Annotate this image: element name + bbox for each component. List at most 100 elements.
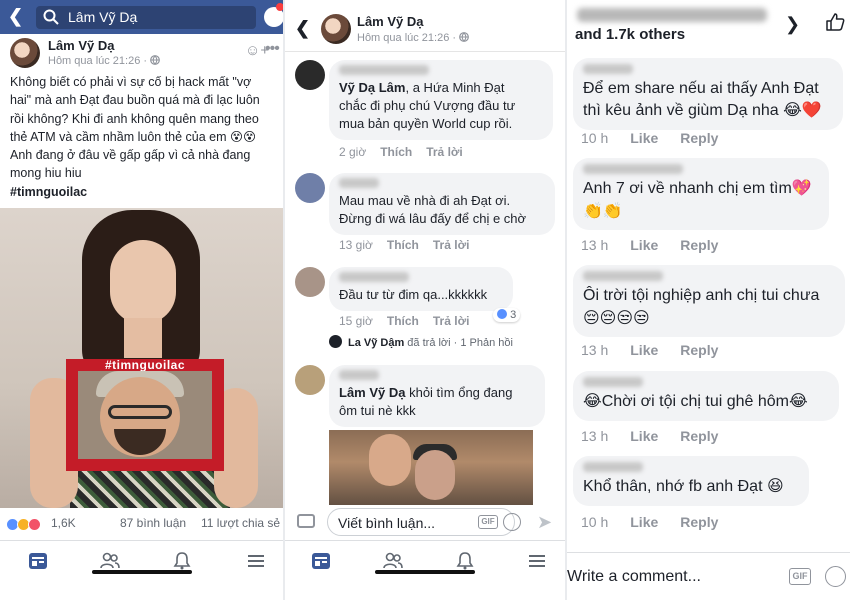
like-button[interactable]: Thích xyxy=(380,145,412,159)
comment-meta: 2 giờ Thích Trả lời xyxy=(339,145,477,159)
comment-time: 13 giờ xyxy=(339,238,373,252)
avatar[interactable] xyxy=(295,267,325,297)
comment-composer: Write a comment... GIF xyxy=(567,552,850,600)
blurred-commenter-name xyxy=(583,462,643,472)
comments-header: ❮ Lâm Vỹ Dạ Hôm qua lúc 21:26 · xyxy=(285,0,565,52)
comment-text: Đầu tư từ đim qa...kkkkkk xyxy=(339,287,488,302)
blurred-commenter-name xyxy=(339,370,379,380)
friends-icon[interactable] xyxy=(100,551,120,571)
like-thumb-icon[interactable] xyxy=(825,12,845,32)
comment-bubble: Đầu tư từ đim qa...kkkkkk xyxy=(329,267,513,311)
comment-time: 13 h xyxy=(581,237,609,253)
comment-text-part: khỏi tìm ổng đang xyxy=(405,385,513,400)
comment-bubble: Anh 7 ơi về nhanh chị em tìm💖 👏👏 xyxy=(573,158,829,230)
avatar[interactable] xyxy=(10,38,40,68)
share-count[interactable]: 11 lượt chia sẻ xyxy=(201,516,280,530)
hashtag-link[interactable]: #timnguoilac xyxy=(10,183,280,201)
like-button[interactable]: Like xyxy=(630,342,658,358)
friends-icon[interactable] xyxy=(383,551,403,571)
like-button[interactable]: Like xyxy=(630,130,658,146)
reply-button[interactable]: Reply xyxy=(680,342,718,358)
search-input[interactable]: Lâm Vỹ Dạ xyxy=(36,6,256,29)
notifications-icon[interactable] xyxy=(172,551,192,571)
post-time: Hôm qua lúc 21:26 · xyxy=(357,32,470,44)
emoji-icon[interactable] xyxy=(503,513,521,531)
comment-meta: 13 h Like Reply xyxy=(581,342,740,358)
emoji-icon[interactable] xyxy=(825,566,846,587)
post-text-line: hai" mà anh Đạt đau buồn quá mà đi lạc l… xyxy=(10,93,260,108)
comment-line: 👏👏 xyxy=(583,201,623,220)
man-face xyxy=(369,434,411,486)
like-button[interactable]: Thích xyxy=(387,314,419,328)
post-text-line: thẻ ATM và cầm nhầm luôn thẻ của em 😵😵 xyxy=(10,129,257,144)
post-time: Hôm qua lúc 21:26 · xyxy=(48,55,161,67)
comment-time: 13 h xyxy=(581,342,609,358)
reactors-header[interactable]: and 1.7k others ❯ xyxy=(567,0,850,52)
comment-count[interactable]: 87 bình luận xyxy=(120,516,186,530)
reply-button[interactable]: Reply xyxy=(680,130,718,146)
comment-input[interactable]: Viết bình luận... GIF xyxy=(327,508,521,536)
search-value: Lâm Vỹ Dạ xyxy=(68,9,138,25)
home-indicator xyxy=(375,570,475,574)
comment-bubble: Vỹ Dạ Lâm, a Hứa Minh Đạt chắc đi phụ ch… xyxy=(329,60,553,140)
like-button[interactable]: Like xyxy=(630,514,658,530)
author-name[interactable]: Lâm Vỹ Dạ xyxy=(48,38,114,53)
back-icon[interactable]: ❮ xyxy=(295,18,310,39)
comment-bubble: Khổ thân, nhớ fb anh Đạt 😆 xyxy=(573,456,809,506)
comment-text: Để em share nếu ai thấy Anh Đạt thì kêu … xyxy=(583,78,833,122)
reaction-bar: 1,6K 87 bình luận 11 lượt chia sẻ xyxy=(6,516,283,536)
avatar xyxy=(329,335,342,348)
reply-button[interactable]: Trả lời xyxy=(426,145,463,159)
reply-summary[interactable]: La Vỹ Dậm đã trả lời · 1 Phản hồi xyxy=(329,335,513,349)
like-button[interactable]: Like xyxy=(630,237,658,253)
reply-button[interactable]: Reply xyxy=(680,514,718,530)
mention-link[interactable]: Lâm Vỹ Dạ xyxy=(339,385,405,400)
author-name[interactable]: Lâm Vỹ Dạ xyxy=(357,14,423,29)
comment-line: 😔😔😒😒 xyxy=(583,308,650,327)
comment-text-part: , a Hứa Minh Đạt xyxy=(405,80,505,95)
comment-text: Mau mau về nhà đi ah Đạt ơi. Đừng đi wá … xyxy=(339,192,545,228)
reply-button[interactable]: Reply xyxy=(680,428,718,444)
notification-badge xyxy=(276,3,283,11)
reply-button[interactable]: Trả lời xyxy=(433,314,470,328)
news-feed-icon[interactable] xyxy=(28,551,48,571)
avatar[interactable] xyxy=(295,60,325,90)
like-button[interactable]: Like xyxy=(630,428,658,444)
menu-icon[interactable] xyxy=(527,551,547,571)
comment-text-part: ôm tui nè kkk xyxy=(339,403,416,418)
back-icon[interactable]: ❮ xyxy=(8,6,23,27)
menu-icon[interactable] xyxy=(246,551,266,571)
reaction-count[interactable]: 1,6K xyxy=(51,516,76,530)
comment-meta: 13 h Like Reply xyxy=(581,237,740,253)
camera-icon[interactable] xyxy=(297,514,315,528)
mention-link[interactable]: Vỹ Dạ Lâm xyxy=(339,80,405,95)
comment-input[interactable]: Write a comment... xyxy=(567,568,701,586)
bottom-nav xyxy=(0,540,283,580)
reply-button[interactable]: Reply xyxy=(680,237,718,253)
reply-button[interactable]: Trả lời xyxy=(433,238,470,252)
post-text-line: rồi không? Khi đi anh không quên mang th… xyxy=(10,111,259,126)
comment-line: Để em share nếu ai thấy Anh Đạt xyxy=(583,80,819,97)
send-icon[interactable]: ➤ xyxy=(537,512,552,533)
comment-text-part: mua bản quyền World cup rồi. xyxy=(339,116,513,131)
blurred-commenter-name xyxy=(583,64,633,74)
avatar[interactable] xyxy=(321,14,351,44)
comments-panel-en: and 1.7k others ❯ Để em share nếu ai thấ… xyxy=(567,0,850,600)
man-face xyxy=(415,450,455,500)
avatar[interactable] xyxy=(295,365,325,395)
news-feed-icon[interactable] xyxy=(311,551,331,571)
comment-text: 😂Chời ơi tội chị tui ghê hôm😂 xyxy=(583,393,808,410)
comment-likes-badge[interactable]: 3 xyxy=(493,308,521,322)
avatar[interactable] xyxy=(295,173,325,203)
notifications-icon[interactable] xyxy=(455,551,475,571)
comment-line: Ôi trời tội nghiệp anh chị tui chưa xyxy=(583,287,820,304)
gif-icon[interactable]: GIF xyxy=(789,568,811,585)
like-button[interactable]: Thích xyxy=(387,238,419,252)
chevron-right-icon[interactable]: ❯ xyxy=(785,14,800,35)
post-photo[interactable]: #timnguoilac xyxy=(0,208,283,508)
more-options-icon[interactable]: ••• xyxy=(265,40,280,58)
blurred-commenter-name xyxy=(339,272,409,282)
frame-hashtag: #timnguoilac xyxy=(104,358,185,372)
gif-icon[interactable]: GIF xyxy=(478,515,498,529)
comment-photo[interactable] xyxy=(329,430,533,510)
